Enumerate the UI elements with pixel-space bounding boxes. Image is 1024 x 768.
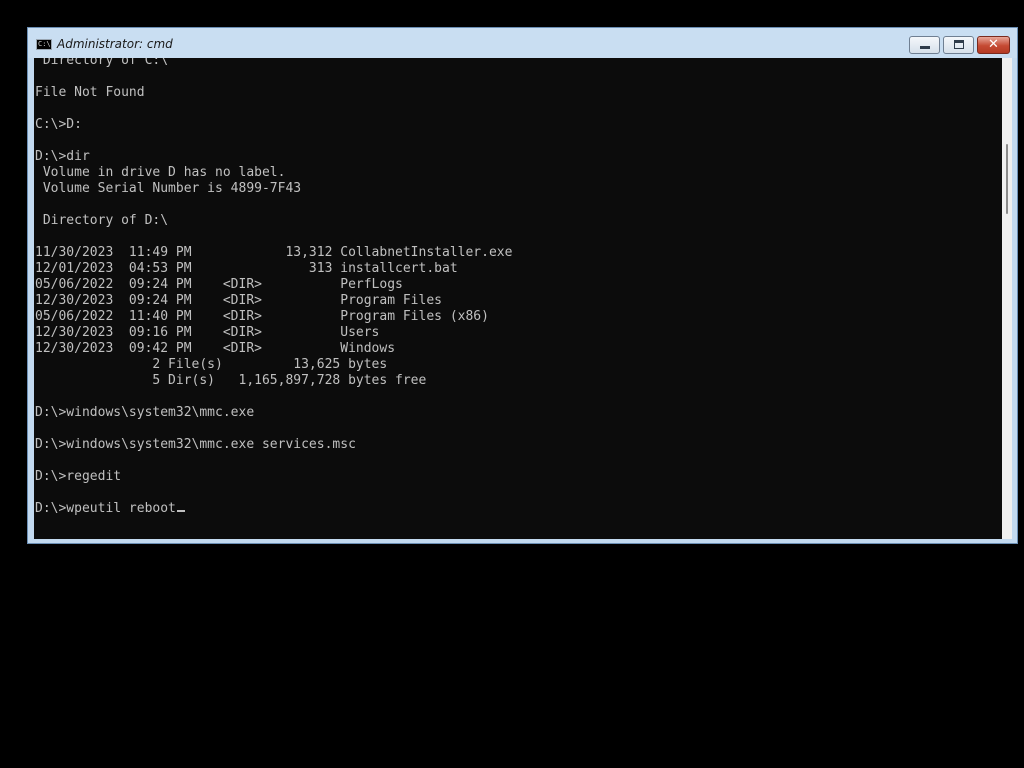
console-line: D:\>regedit [35, 469, 122, 484]
console-line: 12/30/2023 09:42 PM <DIR> Windows [35, 341, 396, 356]
maximize-icon [954, 40, 964, 49]
console-line: C:\>D: [35, 117, 82, 132]
console-line: 05/06/2022 11:40 PM <DIR> Program Files … [35, 309, 489, 324]
maximize-button[interactable] [943, 36, 974, 54]
console-line: D:\>wpeutil reboot [35, 501, 176, 516]
minimize-button[interactable] [909, 36, 940, 54]
vertical-scrollbar[interactable] [1002, 58, 1012, 539]
scrollbar-thumb[interactable] [1006, 144, 1008, 214]
console-line: D:\>dir [35, 149, 90, 164]
close-button[interactable]: ✕ [977, 36, 1010, 54]
console-line: 11/30/2023 11:49 PM 13,312 CollabnetInst… [35, 245, 513, 260]
console-line: Directory of D:\ [35, 213, 169, 228]
console-line: Volume in drive D has no label. [35, 165, 286, 180]
console-line: D:\>windows\system32\mmc.exe services.ms… [35, 437, 356, 452]
cmd-window[interactable]: C:\ Administrator: cmd ✕ Directory of C:… [27, 27, 1018, 544]
console-line: 5 Dir(s) 1,165,897,728 bytes free [35, 373, 427, 388]
console-line: D:\>windows\system32\mmc.exe [35, 405, 255, 420]
console-line: 05/06/2022 09:24 PM <DIR> PerfLogs [35, 277, 403, 292]
window-title: Administrator: cmd [57, 37, 173, 51]
console-line: 12/01/2023 04:53 PM 313 installcert.bat [35, 261, 458, 276]
console-line: 12/30/2023 09:16 PM <DIR> Users [35, 325, 380, 340]
console-line: 12/30/2023 09:24 PM <DIR> Program Files [35, 293, 442, 308]
console-output[interactable]: Directory of C:\ File Not Found C:\>D: D… [34, 58, 1002, 539]
text-cursor [176, 510, 185, 512]
console-line: Volume Serial Number is 4899-7F43 [35, 181, 302, 196]
console-line: Directory of C:\ [35, 58, 169, 68]
close-icon: ✕ [988, 37, 999, 52]
minimize-icon [920, 46, 930, 49]
console-text: Directory of C:\ File Not Found C:\>D: D… [35, 58, 512, 517]
title-bar[interactable]: C:\ Administrator: cmd ✕ [28, 28, 1017, 58]
cmd-icon[interactable]: C:\ [36, 39, 52, 50]
console-line: 2 File(s) 13,625 bytes [35, 357, 388, 372]
console-line: File Not Found [35, 85, 145, 100]
